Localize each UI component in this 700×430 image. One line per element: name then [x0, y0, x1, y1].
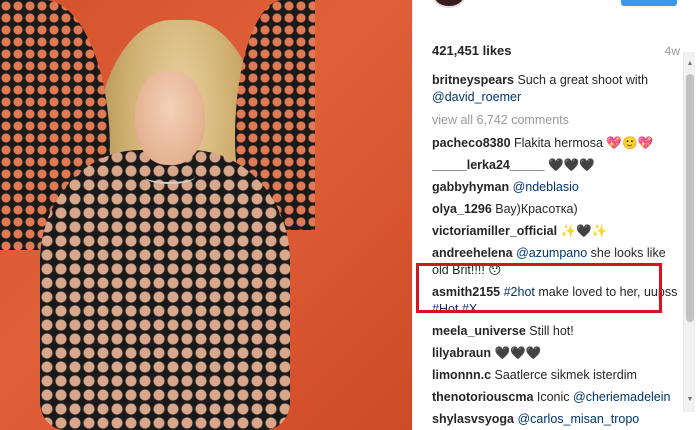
comment: pacheco8380 Flakita hermosa 💖🙂💖: [432, 135, 684, 152]
comments-list: britneyspears Such a great shoot with @d…: [432, 72, 684, 430]
view-all-comments-link[interactable]: view all 6,742 comments: [432, 112, 684, 129]
comment-text: 🖤🖤🖤: [544, 158, 595, 172]
post-age[interactable]: 4w: [665, 44, 680, 58]
comment: _____lerka24_____ 🖤🖤🖤: [432, 157, 684, 174]
likes-row: 421,451 likes 4w: [432, 43, 680, 58]
comment-text: Flakita hermosa 💖🙂💖: [510, 136, 654, 150]
comment-text: Still hot!: [525, 324, 574, 338]
comment-text: ✨🖤✨: [557, 224, 608, 238]
comment: lilyabraun 🖤🖤🖤: [432, 345, 684, 362]
comment-mention-link[interactable]: @azumpano: [516, 246, 587, 260]
comment-user-link[interactable]: thenotoriouscma: [432, 390, 533, 404]
avatar[interactable]: [433, 0, 465, 8]
post-photo[interactable]: [0, 0, 412, 430]
face-shape: [135, 70, 205, 165]
comment-text: Iconic: [533, 390, 574, 404]
comment: limonnn.c Saatlerce sikmek isterdim: [432, 367, 684, 384]
comment-user-link[interactable]: _____lerka24_____: [432, 158, 545, 172]
comment-user-link[interactable]: lilyabraun: [432, 346, 491, 360]
comment-mention-link[interactable]: @cheriemadelein: [573, 390, 670, 404]
caption-mention-link[interactable]: @david_roemer: [432, 90, 521, 104]
comment-user-link[interactable]: pacheco8380: [432, 136, 511, 150]
comment-mention-link[interactable]: @carlos_misan_tropo: [517, 412, 639, 426]
comment-user-link[interactable]: gabbyhyman: [432, 180, 509, 194]
comment-user-link[interactable]: olya_1296: [432, 202, 492, 216]
caption-user-link[interactable]: britneyspears: [432, 73, 514, 87]
comment: thenotoriouscma Iconic @cheriemadelein: [432, 389, 684, 406]
necklace-shape: [145, 170, 195, 184]
comment-text: Saatlerce sikmek isterdim: [491, 368, 637, 382]
likes-count[interactable]: 421,451 likes: [432, 43, 512, 58]
comment-user-link[interactable]: victoriamiller_official: [432, 224, 557, 238]
comment-user-link[interactable]: andreehelena: [432, 246, 513, 260]
comment-user-link[interactable]: meela_universe: [432, 324, 526, 338]
comment: victoriamiller_official ✨🖤✨: [432, 223, 684, 240]
caption: britneyspears Such a great shoot with @d…: [432, 72, 684, 106]
comment-text: 🖤🖤🖤: [491, 346, 542, 360]
scroll-down-arrow-icon[interactable]: ▼: [686, 396, 694, 404]
comment-user-link[interactable]: shylasvsyoga: [432, 412, 514, 426]
body-shape: [40, 150, 290, 430]
comments-scrollbar[interactable]: ▲ ▼: [683, 52, 695, 412]
comment-text: Вау)Красотка): [491, 202, 578, 216]
post-details-panel: 421,451 likes 4w britneyspears Such a gr…: [412, 0, 700, 430]
scrollbar-thumb[interactable]: [686, 74, 694, 322]
follow-button[interactable]: [621, 0, 677, 6]
comment: meela_universe Still hot!: [432, 323, 684, 340]
comment: olya_1296 Вау)Красотка): [432, 201, 684, 218]
comment: shylasvsyoga @carlos_misan_tropo: [432, 411, 684, 428]
comment-user-link[interactable]: limonnn.c: [432, 368, 491, 382]
caption-text: Such a great shoot with: [513, 73, 649, 87]
red-highlight-box: [416, 263, 662, 313]
comment: gabbyhyman @ndeblasio: [432, 179, 684, 196]
scroll-up-arrow-icon[interactable]: ▲: [686, 60, 694, 68]
comment-mention-link[interactable]: @ndeblasio: [513, 180, 579, 194]
